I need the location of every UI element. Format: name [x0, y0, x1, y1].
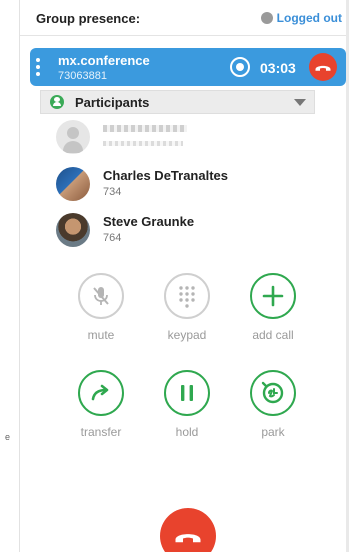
- plus-icon: [262, 285, 284, 307]
- conference-name: mx.conference: [58, 53, 150, 68]
- mute-label: mute: [87, 328, 115, 342]
- participant-item[interactable]: [56, 120, 316, 156]
- transfer-arrow-icon: [91, 384, 109, 401]
- participant-name: Charles DeTranaltes: [103, 168, 229, 183]
- keypad-label: keypad: [167, 328, 207, 342]
- group-presence-label: Group presence:: [36, 11, 141, 26]
- hold-label: hold: [175, 425, 199, 439]
- redacted-name: [103, 125, 187, 132]
- call-timer: 03:03: [260, 60, 296, 76]
- mic-off-icon: [93, 287, 109, 305]
- end-call-button[interactable]: [160, 508, 216, 552]
- presence-status[interactable]: Logged out: [260, 11, 342, 25]
- group-presence-header: Group presence: Logged out: [20, 0, 346, 36]
- mute-circle[interactable]: [78, 273, 124, 319]
- pause-icon: [181, 385, 193, 401]
- caret-down-icon[interactable]: [294, 99, 306, 106]
- presence-status-label[interactable]: Logged out: [277, 11, 342, 25]
- participants-icon: [50, 95, 64, 109]
- keypad-circle[interactable]: [164, 273, 210, 319]
- left-panel-edge: e: [0, 0, 20, 552]
- participant-item[interactable]: Steve Graunke 764: [56, 213, 316, 249]
- transfer-circle[interactable]: [78, 370, 124, 416]
- conference-number: 73063881: [58, 70, 107, 82]
- hold-button[interactable]: hold: [152, 370, 222, 439]
- avatar: [56, 167, 90, 201]
- participants-header[interactable]: Participants: [40, 90, 315, 114]
- hold-circle[interactable]: [164, 370, 210, 416]
- park-label: park: [261, 425, 285, 439]
- add-call-button[interactable]: add call: [238, 273, 308, 342]
- hangup-icon: [315, 65, 331, 71]
- keypad-button[interactable]: keypad: [152, 273, 222, 342]
- drag-handle-icon[interactable]: [36, 58, 41, 76]
- avatar: [56, 120, 90, 154]
- hangup-button[interactable]: [309, 53, 337, 81]
- active-call-bar[interactable]: mx.conference 73063881 03:03: [30, 48, 346, 86]
- add-call-circle[interactable]: [250, 273, 296, 319]
- participant-name: Steve Graunke: [103, 214, 195, 229]
- participants-label: Participants: [75, 95, 150, 110]
- participant-extension: 764: [103, 232, 122, 244]
- transfer-button[interactable]: transfer: [66, 370, 136, 439]
- park-clock-icon: [261, 381, 284, 404]
- keypad-icon: [179, 286, 195, 308]
- add-call-label: add call: [252, 328, 294, 342]
- avatar: [56, 213, 90, 247]
- transfer-label: transfer: [80, 425, 122, 439]
- participant-extension: 734: [103, 186, 122, 198]
- left-panel-mark: e: [5, 432, 11, 442]
- presence-dot-icon: [260, 12, 273, 24]
- hangup-icon: [175, 534, 201, 543]
- park-button[interactable]: park: [238, 370, 308, 439]
- park-circle[interactable]: [250, 370, 296, 416]
- redacted-extension: [103, 141, 183, 146]
- participant-item[interactable]: Charles DeTranaltes 734: [56, 167, 316, 203]
- record-icon[interactable]: [230, 57, 250, 77]
- mute-button[interactable]: mute: [66, 273, 136, 342]
